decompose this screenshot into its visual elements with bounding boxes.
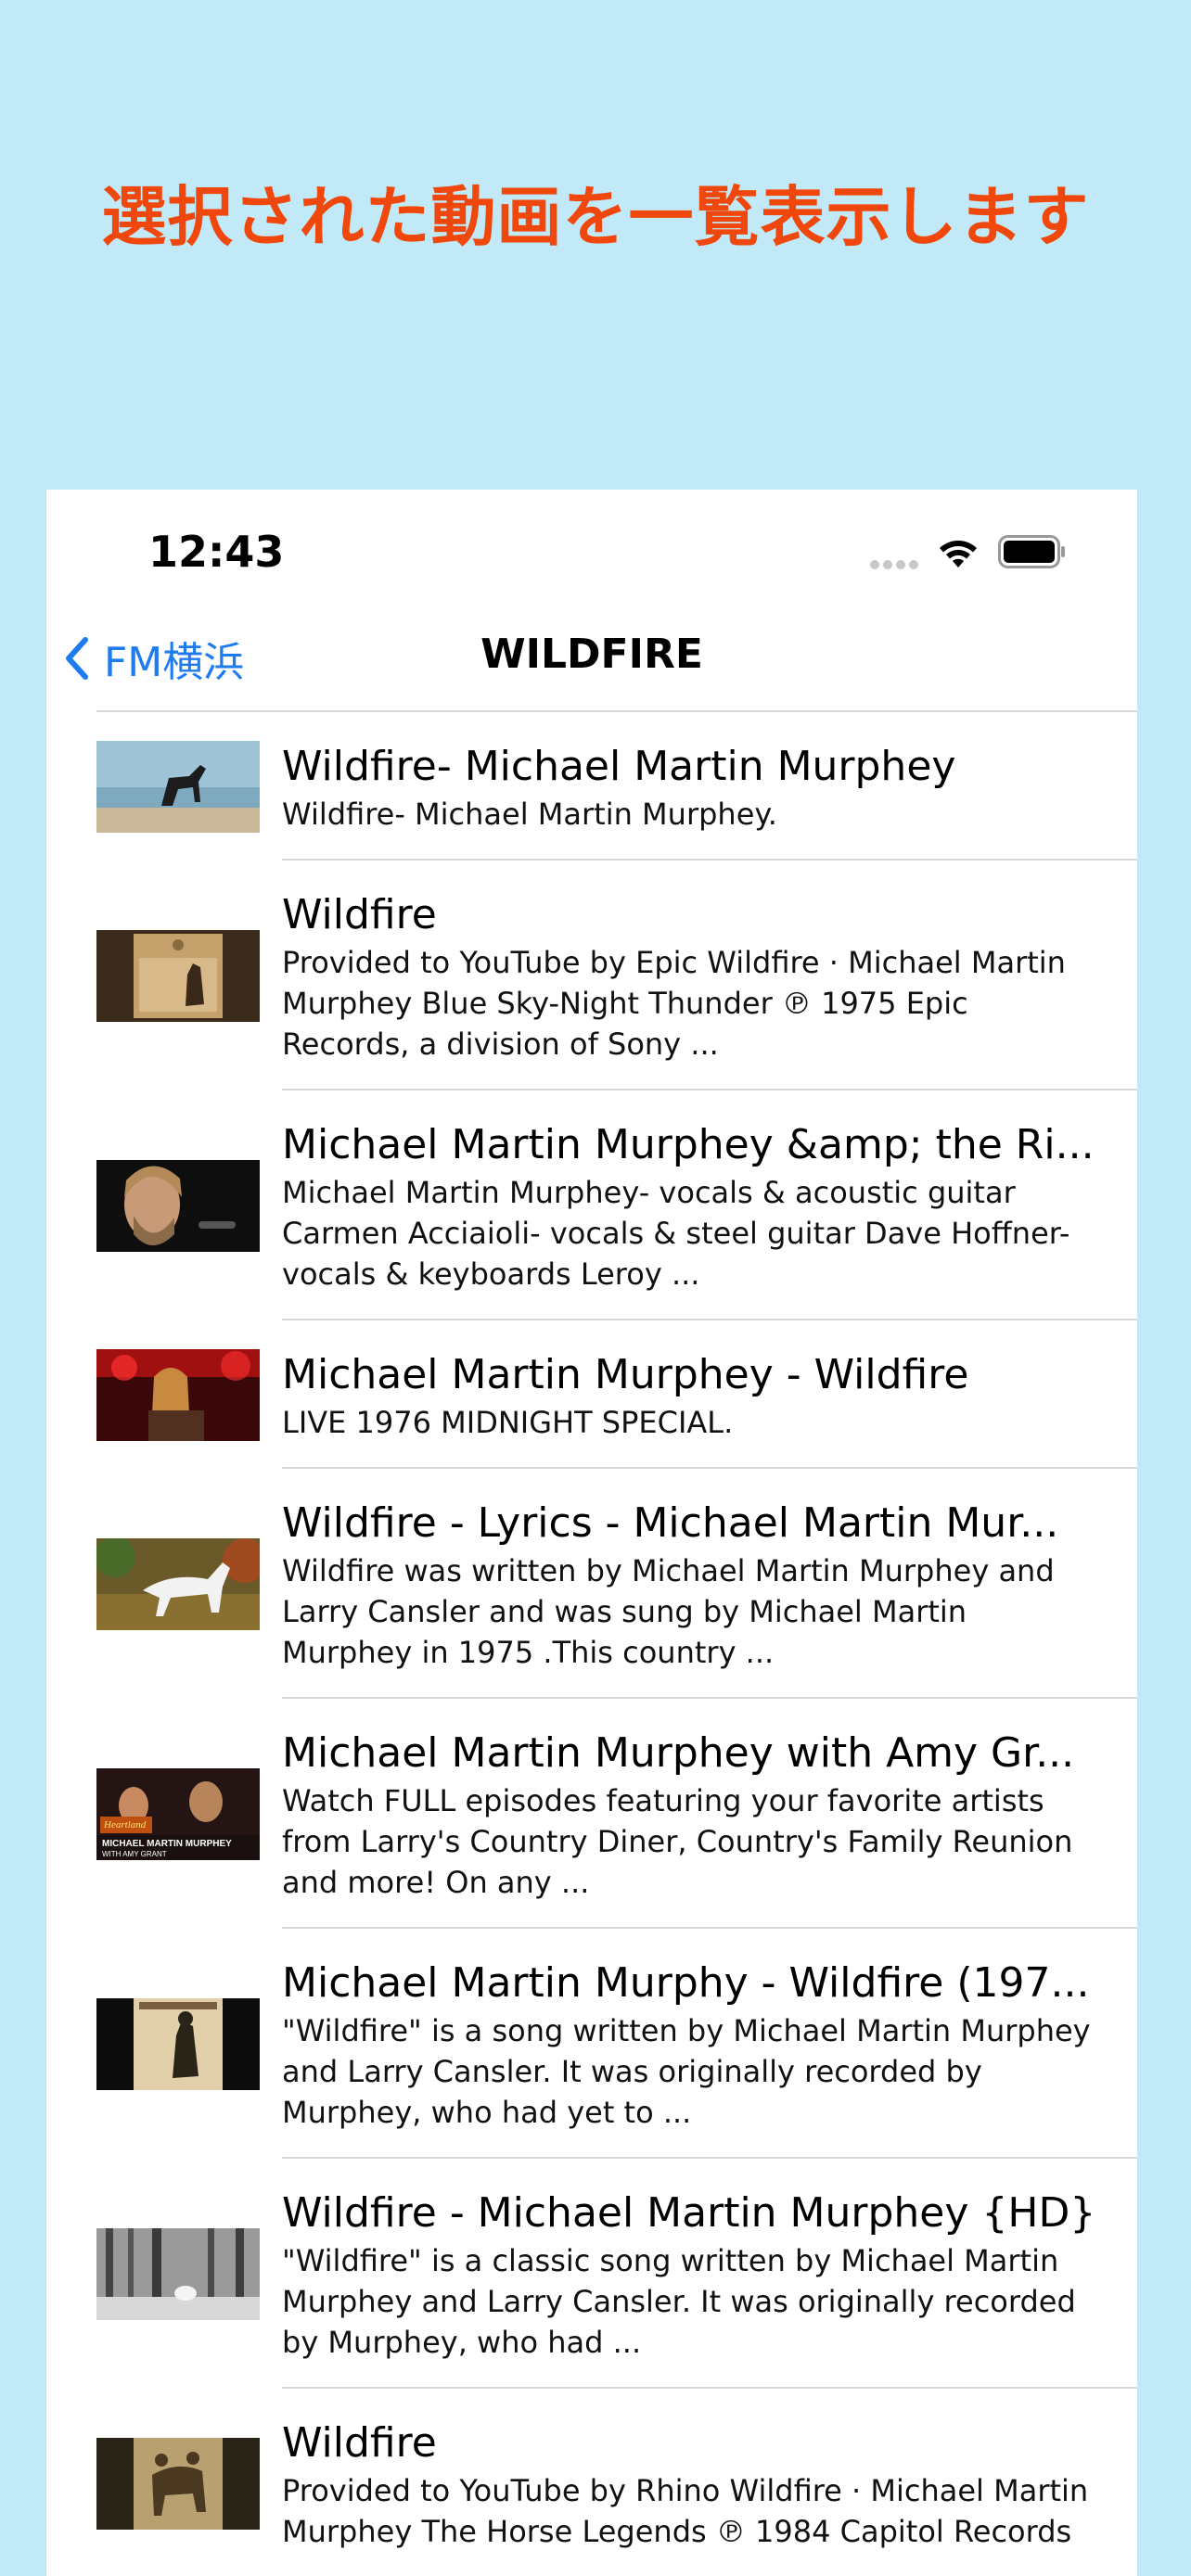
list-item[interactable]: Wildfire - Lyrics - Michael Martin Mur..… [46,1469,1137,1699]
list-item[interactable]: Michael Martin Murphey &amp; the Ri... M… [46,1090,1137,1320]
video-description: Provided to YouTube by Rhino Wildfire · … [282,2473,1089,2549]
video-thumbnail [96,1537,260,1630]
wifi-icon [937,536,980,573]
list-item[interactable]: Wildfire Provided to YouTube by Rhino Wi… [46,2389,1137,2576]
thumbnail-guest-text: WITH AMY GRANT [102,1850,167,1858]
video-thumbnail [96,2437,260,2530]
status-bar: 12:43 [46,490,1137,610]
video-thumbnail [96,1159,260,1252]
status-time: 12:43 [148,527,285,577]
video-list: Wildfire- Michael Martin Murphey Wildfir… [46,712,1137,2576]
video-title: Wildfire- Michael Martin Murphey [282,743,956,790]
video-description: Watch FULL episodes featuring your favor… [282,1783,1073,1900]
video-title: Wildfire [282,2419,437,2467]
list-item[interactable]: Wildfire- Michael Martin Murphey Wildfir… [46,712,1137,861]
banner-headline: 選択された動画を一覧表示します [101,179,1090,255]
video-thumbnail [96,929,260,1022]
video-title: Michael Martin Murphy - Wildfire (197... [282,1959,1090,2007]
video-description: "Wildfire" is a classic song written by … [282,2243,1076,2360]
video-thumbnail [96,1997,260,2090]
list-item[interactable]: Michael Martin Murphey - Wildfire LIVE 1… [46,1320,1137,1469]
video-description: LIVE 1976 MIDNIGHT SPECIAL. [282,1405,734,1440]
thumbnail-artist-text: MICHAEL MARTIN MURPHEY [102,1839,232,1849]
video-title: Wildfire - Lyrics - Michael Martin Mur..… [282,1499,1059,1547]
navigation-bar: FM横浜 WILDFIRE [66,610,1137,712]
thumbnail-logo-text: Heartland [103,1819,147,1830]
list-item[interactable]: Michael Martin Murphy - Wildfire (197...… [46,1929,1137,2159]
video-description: Provided to YouTube by Epic Wildfire · M… [282,945,1066,1062]
video-thumbnail: Heartland MICHAEL MARTIN MURPHEY WITH AM… [96,1767,260,1860]
video-title: Wildfire [282,891,437,938]
video-title: Michael Martin Murphey - Wildfire [282,1351,969,1398]
list-item[interactable]: Wildfire Provided to YouTube by Epic Wil… [46,861,1137,1090]
list-item[interactable]: Wildfire - Michael Martin Murphey {HD} "… [46,2159,1137,2389]
list-item[interactable]: Heartland MICHAEL MARTIN MURPHEY WITH AM… [46,1699,1137,1929]
video-thumbnail [96,740,260,833]
video-title: Wildfire - Michael Martin Murphey {HD} [282,2189,1096,2237]
video-thumbnail [96,1348,260,1441]
video-thumbnail [96,2227,260,2320]
video-title: Michael Martin Murphey with Amy Gr... [282,1729,1075,1777]
video-title: Michael Martin Murphey &amp; the Ri... [282,1121,1095,1168]
battery-icon [998,534,1067,573]
phone-screen: 12:43 FM横浜 WILDFIRE Wildfire- Michael Ma… [46,490,1137,2576]
video-description: Michael Martin Murphey- vocals & acousti… [282,1175,1070,1292]
video-description: Wildfire- Michael Martin Murphey. [282,797,777,832]
video-description: "Wildfire" is a song written by Michael … [282,2013,1091,2130]
video-description: Wildfire was written by Michael Martin M… [282,1553,1055,1670]
page-title: WILDFIRE [480,631,703,678]
cellular-signal-icon [870,560,918,569]
